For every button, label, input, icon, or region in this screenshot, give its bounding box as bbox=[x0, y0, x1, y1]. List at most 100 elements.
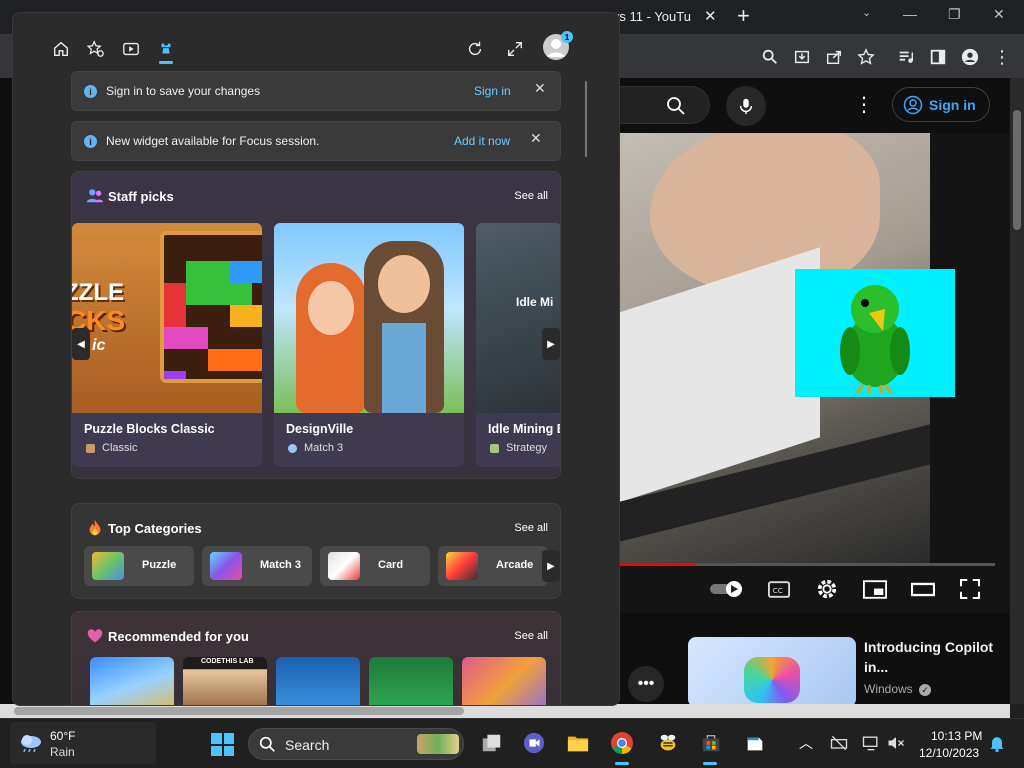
carousel-next-button[interactable]: ▶ bbox=[542, 328, 560, 360]
game-card-puzzle-blocks[interactable]: ZZLE CKS ic Puzzle Blocks Classic Classi… bbox=[72, 223, 262, 467]
clock-time[interactable]: 10:13 PM bbox=[931, 729, 982, 743]
microsoft-store-icon[interactable] bbox=[698, 730, 724, 756]
recommended-game-tile[interactable] bbox=[369, 657, 453, 705]
start-tile bbox=[223, 733, 234, 744]
categories-next-button[interactable]: ▶ bbox=[542, 550, 560, 582]
chrome-running-indicator bbox=[615, 762, 629, 765]
notice-message: Sign in to save your changes bbox=[106, 84, 261, 98]
sign-in-label: Sign in bbox=[929, 96, 976, 113]
video-progress-fill bbox=[620, 563, 695, 566]
puzzle-category-icon bbox=[92, 552, 124, 580]
expand-icon[interactable] bbox=[502, 37, 528, 61]
captions-icon[interactable]: CC bbox=[767, 578, 791, 600]
top-categories-see-all-link[interactable]: See all bbox=[514, 522, 548, 534]
active-tab-indicator bbox=[159, 61, 173, 64]
tab-close-icon[interactable]: ✕ bbox=[704, 7, 717, 25]
meet-app-icon[interactable] bbox=[521, 730, 547, 756]
recommended-title: Recommended for you bbox=[108, 629, 249, 644]
refresh-icon[interactable] bbox=[462, 37, 488, 61]
window-minimize-button[interactable]: — bbox=[903, 6, 917, 22]
idle-mining-art-text: Idle Mi bbox=[516, 295, 554, 309]
show-hidden-icons-chevron[interactable]: ︿ bbox=[793, 730, 819, 756]
network-off-icon[interactable] bbox=[826, 730, 852, 756]
install-app-icon[interactable] bbox=[791, 46, 813, 68]
recommended-game-tile[interactable]: CODETHIS LAB bbox=[183, 657, 267, 705]
miniplayer-icon[interactable] bbox=[862, 578, 888, 600]
search-icon bbox=[667, 97, 685, 115]
notepad-app-icon[interactable] bbox=[742, 730, 768, 756]
youtube-settings-icon[interactable]: ⋮ bbox=[854, 92, 874, 117]
weather-condition: Rain bbox=[50, 745, 75, 759]
start-tile bbox=[223, 745, 234, 756]
games-chess-icon[interactable] bbox=[153, 37, 179, 61]
file-explorer-icon[interactable] bbox=[565, 730, 591, 756]
strategy-category-icon bbox=[490, 444, 499, 453]
top-categories-card: Top Categories See all Puzzle Match 3 Ca… bbox=[71, 503, 561, 599]
browser-menu-icon[interactable]: ⋮ bbox=[991, 46, 1013, 68]
page-vertical-scroll-thumb[interactable] bbox=[1013, 110, 1021, 230]
video-play-icon[interactable] bbox=[118, 37, 144, 61]
recommended-see-all-link[interactable]: See all bbox=[514, 630, 548, 642]
starred-settings-icon[interactable] bbox=[83, 37, 109, 61]
puzzle-blocks-art: ZZLE CKS ic bbox=[72, 223, 262, 413]
display-icon[interactable] bbox=[858, 730, 884, 756]
profile-icon[interactable] bbox=[959, 46, 981, 68]
fullscreen-icon[interactable] bbox=[958, 578, 982, 600]
more-options-button[interactable]: ••• bbox=[628, 666, 664, 702]
carousel-prev-button[interactable]: ◀ bbox=[72, 328, 90, 360]
flame-icon bbox=[89, 519, 101, 536]
heart-icon bbox=[87, 629, 103, 643]
autoplay-toggle[interactable] bbox=[710, 578, 746, 600]
recommended-video-title[interactable]: Introducing Copilot in... bbox=[864, 637, 1004, 677]
browser-tab-title[interactable]: ws 11 - YouTu bbox=[610, 9, 691, 24]
tile-caption: CODETHIS LAB bbox=[201, 658, 254, 665]
settings-gear-icon[interactable] bbox=[815, 578, 839, 600]
share-icon[interactable] bbox=[823, 46, 845, 68]
game-card-designville[interactable]: DesignVille Match 3 bbox=[274, 223, 464, 467]
puzzle-art-text-line1: ZZLE bbox=[72, 279, 124, 306]
bee-app-icon[interactable] bbox=[655, 730, 681, 756]
close-icon[interactable]: ✕ bbox=[534, 80, 546, 97]
focus-widget-notice: i New widget available for Focus session… bbox=[71, 121, 561, 161]
idle-mining-art: Idle Mi bbox=[476, 223, 560, 413]
recommended-game-tile[interactable] bbox=[462, 657, 546, 705]
category-chip-arcade[interactable]: Arcade bbox=[438, 546, 548, 586]
youtube-sign-in-button[interactable]: Sign in bbox=[892, 87, 990, 122]
window-close-button[interactable]: ✕ bbox=[993, 6, 1005, 23]
theater-mode-icon[interactable] bbox=[910, 578, 936, 600]
bookmark-star-icon[interactable] bbox=[855, 46, 877, 68]
category-chip-match3[interactable]: Match 3 bbox=[202, 546, 312, 586]
windows-start-button[interactable] bbox=[211, 733, 234, 756]
taskbar-search-box[interactable]: Search bbox=[248, 728, 464, 760]
recommended-video-channel[interactable]: Windows ✓ bbox=[864, 682, 932, 696]
add-it-now-link[interactable]: Add it now bbox=[454, 134, 510, 148]
people-icon bbox=[86, 189, 104, 203]
volume-muted-icon[interactable] bbox=[883, 730, 909, 756]
taskbar-search-label: Search bbox=[285, 737, 330, 753]
panel-scrollbar[interactable] bbox=[585, 81, 587, 157]
recommended-game-tile[interactable] bbox=[90, 657, 174, 705]
staff-picks-see-all-link[interactable]: See all bbox=[514, 190, 548, 202]
sign-in-link[interactable]: Sign in bbox=[474, 84, 511, 98]
side-panel-icon[interactable] bbox=[927, 46, 949, 68]
clock-date[interactable]: 12/10/2023 bbox=[919, 746, 979, 760]
zoom-search-icon[interactable] bbox=[759, 46, 781, 68]
match3-gem-icon bbox=[210, 552, 242, 580]
category-chip-card[interactable]: Card bbox=[320, 546, 430, 586]
page-horizontal-scroll-thumb[interactable] bbox=[14, 707, 464, 715]
recommended-game-tile[interactable] bbox=[276, 657, 360, 705]
notification-bell-icon[interactable] bbox=[984, 730, 1010, 756]
recommended-video-thumbnail[interactable] bbox=[688, 637, 856, 707]
task-view-icon[interactable] bbox=[479, 730, 505, 756]
new-tab-icon[interactable]: + bbox=[737, 3, 750, 29]
sign-in-notice: i Sign in to save your changes Sign in ✕ bbox=[71, 71, 561, 111]
window-restore-button[interactable]: ❐ bbox=[948, 6, 961, 23]
home-icon[interactable] bbox=[48, 37, 74, 61]
category-chip-puzzle[interactable]: Puzzle bbox=[84, 546, 194, 586]
chrome-icon[interactable] bbox=[609, 730, 635, 756]
tab-search-chevron-icon[interactable]: ⌄ bbox=[862, 6, 871, 19]
voice-search-button[interactable] bbox=[726, 86, 766, 126]
close-icon[interactable]: ✕ bbox=[530, 130, 542, 147]
media-queue-icon[interactable] bbox=[895, 46, 917, 68]
category-label: Match 3 bbox=[260, 559, 301, 571]
